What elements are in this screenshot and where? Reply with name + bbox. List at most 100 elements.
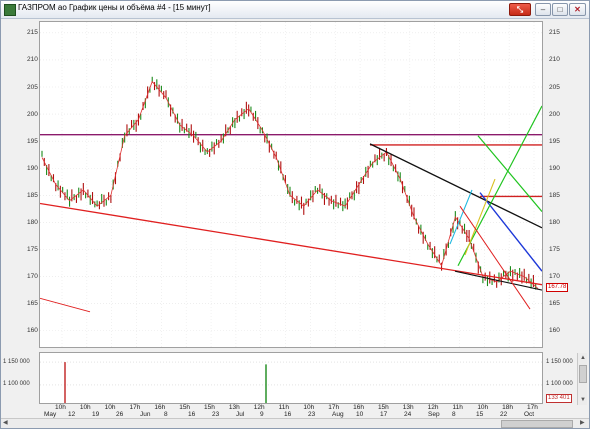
time-date-label: 8 — [164, 411, 168, 418]
time-hour-label: 12h — [253, 404, 265, 411]
time-date-label: 24 — [404, 411, 412, 418]
time-date-label: 16 — [188, 411, 196, 418]
time-date-label: 8 — [452, 411, 456, 418]
volume-tick-label-left: 1 100 000 — [3, 381, 30, 388]
time-hour-label: 16h — [353, 404, 364, 411]
price-tick-label-right: 165 — [549, 300, 560, 308]
time-hour-label: 15h — [377, 404, 389, 411]
time-date-label: 23 — [308, 411, 316, 418]
time-scrollbar[interactable]: ◀ ▶ — [1, 418, 589, 428]
price-tick-label-right: 205 — [549, 83, 560, 91]
time-hour-label: 17h — [129, 404, 141, 411]
time-hour-label: 11h — [278, 404, 289, 411]
scroll-thumb[interactable] — [579, 365, 587, 383]
time-date-label: 15 — [476, 411, 484, 418]
time-hour-label: 12h — [427, 404, 439, 411]
time-hour-label: 10h — [303, 404, 315, 411]
time-date-label: Oct — [524, 411, 535, 418]
time-hour-label: 10h — [477, 404, 489, 411]
volume-tick-label-right: 1 150 000 — [546, 358, 573, 365]
time-hour-label: 11h — [452, 404, 463, 411]
volume-chart — [40, 361, 542, 403]
time-date-label: 16 — [284, 411, 292, 418]
chart-window: ГАЗПРОМ ao График цены и объёма #4 - [15… — [0, 0, 590, 429]
upper-channel-trendline — [369, 143, 542, 229]
time-date-label: 10 — [356, 411, 364, 418]
minimize-button[interactable]: – — [535, 3, 551, 16]
red-short-segment — [40, 297, 91, 313]
maximize-button[interactable]: □ — [552, 3, 568, 16]
price-tick-label-right: 200 — [549, 110, 560, 118]
time-hour-label: 16h — [154, 404, 166, 411]
close-button[interactable]: ✕ — [569, 3, 586, 16]
scroll-up-icon[interactable]: ▲ — [580, 354, 586, 362]
price-tick-label-right: 190 — [549, 164, 560, 172]
time-hour-label: 15h — [179, 404, 191, 411]
volume-tick-label-right: 1 100 000 — [546, 381, 573, 388]
price-tick-label-right: 160 — [549, 327, 560, 335]
time-date-label: May — [44, 411, 57, 418]
price-tick-label-right: 210 — [549, 56, 560, 64]
price-tick-label-left: 170 — [27, 273, 38, 281]
price-tick-label-left: 205 — [27, 83, 38, 91]
price-tick-label-left: 160 — [27, 327, 38, 335]
time-hour-label: 10h — [55, 404, 66, 411]
price-chart — [40, 22, 542, 347]
current-price-badge: 167.78 — [546, 283, 569, 292]
time-date-label: Aug — [332, 411, 344, 418]
chart-icon — [4, 4, 16, 16]
pin-button[interactable]: ⤡ — [509, 3, 531, 16]
time-date-label: Jun — [140, 411, 151, 418]
volume-scrollbar[interactable]: ▲ ▼ — [577, 353, 587, 405]
scroll-down-icon[interactable]: ▼ — [580, 396, 586, 404]
time-hour-label: 13h — [228, 404, 240, 411]
price-tick-label-right: 180 — [549, 218, 560, 226]
maximize-icon: □ — [557, 5, 563, 14]
yellow-trendline — [464, 178, 496, 256]
window-title: ГАЗПРОМ ao График цены и объёма #4 - [15… — [18, 3, 211, 12]
price-tick-label-left: 175 — [27, 246, 38, 253]
time-hour-label: 10h — [104, 404, 116, 411]
title-bar[interactable]: ГАЗПРОМ ao График цены и объёма #4 - [15… — [1, 1, 589, 19]
scroll-right-icon[interactable]: ▶ — [580, 419, 585, 427]
time-hour-label: 13h — [402, 404, 414, 411]
time-date-label: 26 — [116, 411, 124, 418]
price-tick-label-right: 185 — [549, 191, 560, 199]
price-tick-label-right: 195 — [549, 137, 560, 145]
time-hour-label: 17h — [328, 404, 340, 411]
volume-plot-area[interactable] — [39, 352, 543, 404]
pin-icon: ⤡ — [516, 5, 524, 14]
price-tick-label-left: 180 — [27, 218, 38, 226]
time-date-label: 9 — [260, 411, 264, 418]
time-hour-label: 18h — [502, 404, 514, 411]
current-volume-badge: 133 401 — [546, 394, 572, 403]
time-date-label: Sep — [428, 411, 440, 418]
time-hour-label: 17h — [527, 404, 538, 411]
time-date-label: Jul — [236, 411, 245, 418]
price-tick-label-left: 190 — [27, 164, 38, 172]
scroll-left-icon[interactable]: ◀ — [3, 419, 8, 427]
price-series-line — [41, 80, 539, 289]
time-hour-label: 10h — [79, 404, 91, 411]
price-tick-label-left: 200 — [27, 110, 38, 118]
red-ray-line — [459, 205, 531, 310]
close-icon: ✕ — [574, 5, 581, 14]
price-tick-label-left: 185 — [27, 191, 38, 199]
price-tick-label-right: 170 — [549, 273, 560, 281]
minimize-icon: – — [540, 5, 546, 14]
time-date-label: 17 — [380, 411, 388, 418]
time-hour-label: 15h — [204, 404, 215, 411]
price-tick-label-left: 210 — [27, 56, 38, 64]
time-date-label: 19 — [92, 411, 100, 418]
green-fan-line — [477, 135, 542, 212]
time-scroll-thumb[interactable] — [501, 420, 573, 428]
blue-trendline — [479, 192, 542, 272]
price-tick-label-left: 215 — [27, 29, 38, 37]
time-date-label: 12 — [68, 411, 76, 418]
time-date-label: 22 — [500, 411, 508, 418]
price-tick-label-left: 165 — [27, 300, 38, 308]
time-date-label: 23 — [212, 411, 220, 418]
price-plot-area[interactable] — [39, 21, 543, 348]
price-tick-label-left: 195 — [27, 137, 38, 145]
price-tick-label-right: 175 — [549, 246, 560, 253]
